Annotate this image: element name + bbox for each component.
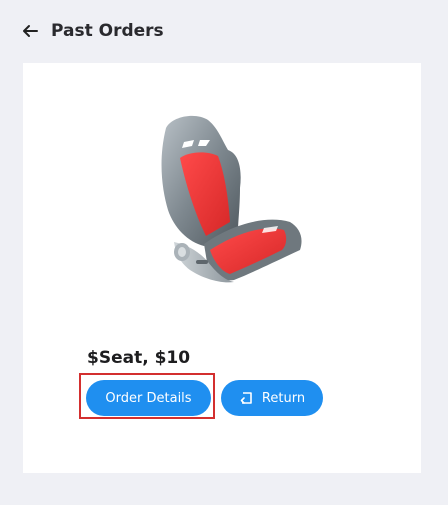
return-icon: [239, 391, 253, 405]
order-details-label: Order Details: [105, 390, 192, 406]
order-item-title: $Seat, $10: [87, 348, 191, 368]
arrow-left-icon: [18, 19, 42, 43]
car-seat-image: [144, 110, 306, 288]
page-title: Past Orders: [51, 21, 164, 41]
return-label: Return: [261, 390, 306, 406]
return-button[interactable]: Return: [221, 380, 323, 416]
back-button[interactable]: [18, 19, 42, 43]
app-header: Past Orders: [0, 0, 448, 62]
order-details-button[interactable]: Order Details: [86, 380, 211, 416]
order-card: $Seat, $10 Order Details Return: [23, 63, 421, 473]
